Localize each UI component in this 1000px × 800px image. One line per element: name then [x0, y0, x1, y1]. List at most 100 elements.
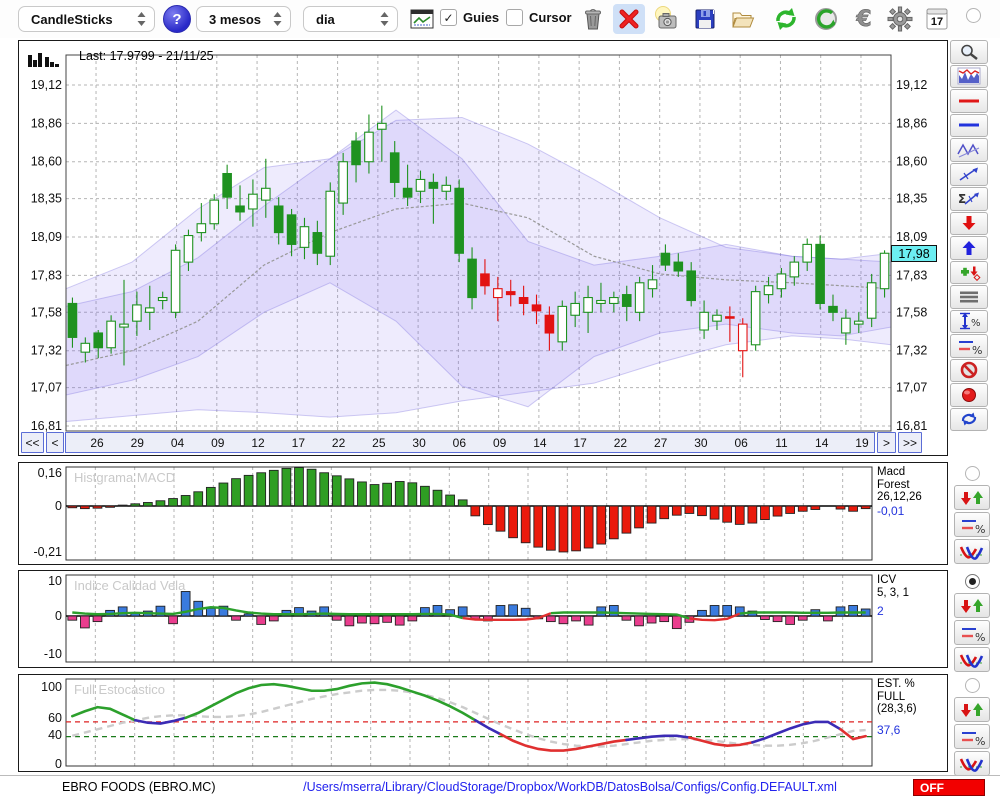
svg-text:17,58: 17,58 — [896, 305, 927, 319]
sync-icon[interactable] — [950, 407, 988, 431]
vertical-range-percent-icon[interactable]: % — [950, 309, 988, 333]
date-tick: 14 — [815, 436, 829, 450]
curves-icon[interactable] — [954, 751, 990, 776]
stochastic-value: 37,6 — [877, 723, 901, 737]
red-hline-icon[interactable] — [950, 89, 988, 113]
blue-hline-icon[interactable] — [950, 113, 988, 137]
chevron-updown-icon — [272, 11, 283, 27]
curves-icon[interactable] — [954, 647, 990, 672]
add-marker-icon[interactable] — [950, 260, 988, 284]
date-tick: 27 — [653, 436, 668, 450]
svg-text:60: 60 — [48, 711, 62, 725]
macd-radio[interactable] — [964, 466, 980, 481]
date-axis-strip[interactable]: 26 29 04 09 12 17 22 25 30 06 09 14 17 22 27 30 06 11 14 19 — [65, 432, 875, 453]
signal-arrows-icon[interactable] — [954, 485, 990, 510]
stochastic-radio[interactable] — [964, 678, 980, 693]
date-tick: 26 — [90, 436, 104, 450]
stochastic-panel: Full Estocastico 100 60 40 0 EST. % FULL (28… — [18, 674, 948, 772]
svg-text:18,86: 18,86 — [31, 116, 62, 130]
down-arrow-icon[interactable] — [950, 211, 988, 235]
guies-checkbox[interactable]: ✓ Guies — [440, 9, 499, 26]
icv-value: 2 — [877, 604, 884, 618]
date-tick: 09 — [492, 436, 507, 450]
nav-next-button[interactable]: > — [877, 432, 896, 453]
drawing-tools-sidebar: Σ % — [950, 40, 988, 432]
interval-select[interactable]: dia — [303, 6, 398, 32]
cursor-label: Cursor — [529, 10, 572, 25]
curves-icon[interactable] — [954, 539, 990, 564]
svg-text:18,86: 18,86 — [896, 116, 927, 130]
signal-arrows-icon[interactable] — [954, 593, 990, 618]
candlestick-chart[interactable]: 19,12 19,12 18,86 18,86 18,60 18,60 18,35 18,35… — [19, 41, 946, 454]
svg-text:18,60: 18,60 — [896, 155, 927, 169]
calendar-icon[interactable]: 17 — [921, 4, 953, 34]
sigma-trend-icon[interactable]: Σ — [950, 187, 988, 211]
icv-bar-chart[interactable]: Indice Calidad Vela 10 0 -10 — [19, 571, 946, 666]
chart-type-select[interactable]: CandleSticks — [18, 6, 155, 32]
gear-icon[interactable] — [884, 4, 916, 34]
svg-text:17,83: 17,83 — [31, 268, 62, 282]
svg-text:-0,21: -0,21 — [34, 545, 63, 559]
trendline-icon[interactable] — [950, 162, 988, 186]
svg-text:0: 0 — [55, 609, 62, 623]
signal-arrows-icon[interactable] — [954, 697, 990, 722]
levels-percent-icon[interactable] — [950, 334, 988, 358]
date-tick: 17 — [291, 436, 306, 450]
camera-icon[interactable] — [651, 4, 683, 34]
svg-text:19,12: 19,12 — [31, 78, 62, 92]
main-chart-panel: 19,12 19,12 18,86 18,86 18,60 18,60 18,35 18,35… — [18, 40, 948, 456]
icv-side-controls — [952, 572, 992, 674]
record-icon[interactable] — [950, 383, 988, 407]
zoom-icon[interactable] — [950, 40, 988, 64]
trash-icon[interactable] — [577, 4, 609, 34]
svg-text:0,16: 0,16 — [38, 466, 62, 480]
guies-checkbox-box: ✓ — [440, 9, 457, 26]
toolbar-radio[interactable] — [966, 8, 981, 23]
up-arrow-icon[interactable] — [950, 236, 988, 260]
levels-percent-icon[interactable] — [954, 724, 990, 749]
save-floppy-icon[interactable] — [689, 4, 721, 34]
zigzag-icon[interactable] — [950, 138, 988, 162]
macd-settings-label: Macd Forest 26,12,26 — [877, 466, 922, 503]
nav-prev-button[interactable]: < — [46, 432, 64, 453]
off-toggle-button[interactable]: OFF — [913, 779, 985, 796]
svg-text:19,12: 19,12 — [896, 78, 927, 92]
date-tick: 22 — [331, 436, 346, 450]
nav-last-button[interactable]: >> — [898, 432, 922, 453]
indicator-chart-icon[interactable] — [950, 64, 988, 88]
cursor-checkbox[interactable]: ✓ Cursor — [506, 9, 572, 26]
icv-radio[interactable] — [964, 574, 980, 589]
macd-value: -0,01 — [877, 504, 905, 518]
cursor-checkbox-box: ✓ — [506, 9, 523, 26]
levels-percent-icon[interactable] — [954, 620, 990, 645]
macd-panel: Histgrama MACD 0,16 0 -0,21 Macd Forest 26,… — [18, 462, 948, 565]
icv-panel: Indice Calidad Vela 10 0 -10 ICV 5, 3, 1 2 — [18, 570, 948, 668]
macd-histogram-chart[interactable]: Histgrama MACD 0,16 0 -0,21 — [19, 463, 946, 563]
stochastic-line-chart[interactable]: Full Estocastico 100 60 40 0 — [19, 675, 946, 770]
period-select[interactable]: 3 mesos — [196, 6, 291, 32]
svg-text:17,32: 17,32 — [31, 344, 62, 358]
delete-x-icon[interactable] — [613, 4, 645, 34]
date-tick: 14 — [533, 436, 547, 450]
date-tick: 11 — [775, 436, 788, 450]
euro-icon[interactable]: € — [848, 4, 880, 34]
open-folder-icon[interactable] — [727, 4, 759, 34]
stochastic-side-controls — [952, 676, 992, 778]
config-path-link[interactable]: /Users/mserra/Library/CloudStorage/Dropb… — [230, 780, 910, 794]
list-lines-icon[interactable] — [950, 285, 988, 309]
levels-percent-icon[interactable] — [954, 512, 990, 537]
svg-text:0: 0 — [55, 499, 62, 513]
svg-text:17: 17 — [931, 16, 943, 28]
date-tick: 17 — [573, 436, 587, 450]
refresh-icon[interactable] — [770, 4, 802, 34]
forbid-icon[interactable] — [950, 358, 988, 382]
symbol-label: EBRO FOODS (EBRO.MC) — [62, 780, 216, 794]
date-tick: 30 — [412, 436, 426, 450]
svg-text:17,32: 17,32 — [896, 344, 927, 358]
svg-text:18,09: 18,09 — [31, 230, 62, 244]
svg-text:40: 40 — [48, 728, 62, 742]
help-button[interactable]: ? — [163, 5, 191, 33]
undo-icon[interactable] — [810, 4, 842, 34]
nav-first-button[interactable]: << — [21, 432, 44, 453]
chart-window-icon[interactable] — [406, 4, 438, 34]
